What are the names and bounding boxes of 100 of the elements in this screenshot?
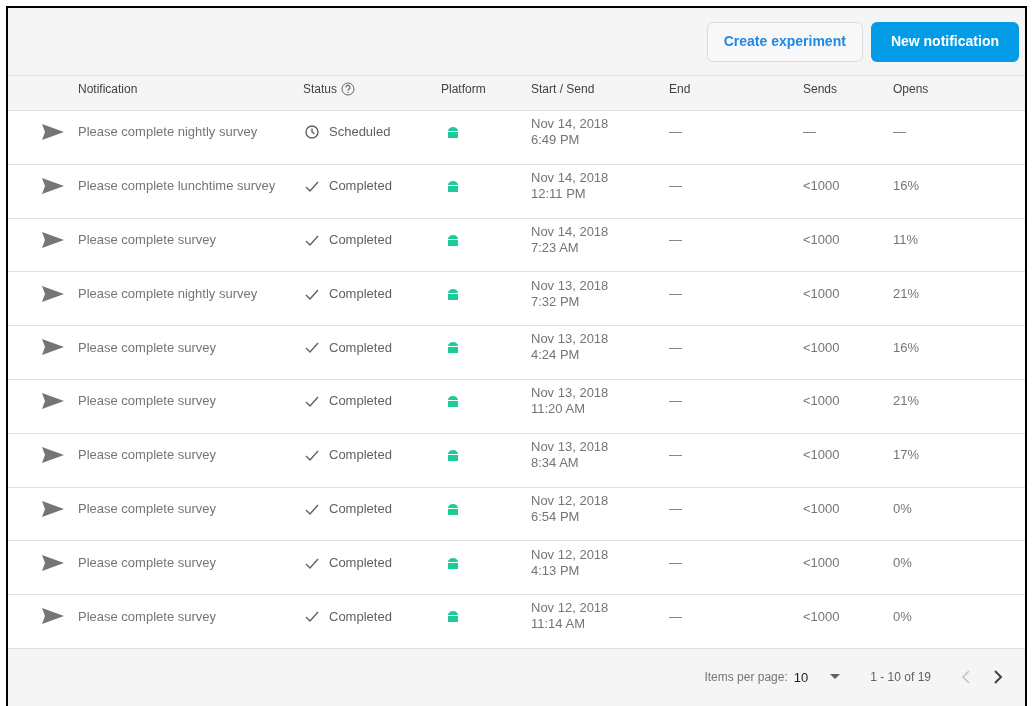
status-label: Completed [329, 177, 392, 196]
end-cell-text: — [669, 231, 683, 250]
end-cell-text: — [669, 338, 683, 357]
end-cell-text: — [669, 446, 683, 465]
page-size-dropdown[interactable]: 10 [793, 667, 849, 688]
create-experiment-button[interactable]: Create experiment [706, 21, 863, 62]
sends-cell-text: <1000 [803, 500, 841, 518]
new-notification-button[interactable]: New notification [870, 21, 1019, 62]
chevron-right-icon [993, 670, 1003, 685]
send-icon [42, 124, 64, 141]
end-cell-text: — [669, 607, 683, 626]
end-cell-text: — [669, 500, 683, 518]
opens-cell-text: 16% [893, 177, 921, 196]
android-icon [447, 180, 459, 192]
send-icon [42, 178, 64, 194]
end-cell-text: — [669, 392, 683, 411]
column-header: Platform [441, 81, 486, 98]
start-date-cell-text: Nov 13, 2018 4:24 PM [531, 331, 610, 364]
android-icon [447, 341, 459, 354]
opens-cell-text: 0% [893, 607, 913, 626]
notification-cell-text: Please complete survey [78, 392, 217, 411]
chevron-left-icon [961, 670, 971, 685]
start-date-cell-text: Nov 12, 2018 4:13 PM [531, 546, 610, 579]
android-icon [447, 556, 459, 569]
send-icon [42, 231, 64, 248]
check-icon [305, 395, 319, 408]
page-range: 1 - 10 of 19 [870, 669, 931, 687]
start-date-cell-text: Nov 12, 2018 11:14 AM [531, 600, 610, 633]
end-cell-text: — [669, 284, 683, 303]
opens-cell-text: 11% [893, 231, 920, 250]
check-icon [305, 287, 319, 300]
android-icon [447, 395, 459, 408]
notification-cell-text: Please complete nightly survey [78, 123, 259, 142]
opens-cell-text: 21% [893, 284, 921, 303]
notification-cell-text: Please complete survey [78, 446, 217, 465]
end-cell-text: — [669, 177, 683, 196]
start-date-cell-text: Nov 13, 2018 11:20 AM [531, 385, 610, 418]
help-icon[interactable] [341, 82, 356, 96]
status-label: Completed [329, 500, 392, 518]
check-icon [305, 502, 319, 515]
opens-cell-text: 0% [893, 553, 913, 572]
opens-cell-text: 16% [893, 338, 921, 357]
column-header: Notification [78, 81, 138, 98]
notification-cell-text: Please complete survey [78, 553, 217, 572]
status-label: Completed [329, 392, 392, 411]
sends-cell-text: <1000 [803, 231, 841, 250]
android-icon [447, 233, 459, 246]
check-icon [305, 233, 319, 246]
opens-cell-text: — [893, 123, 907, 142]
notification-cell-text: Please complete nightly survey [78, 284, 259, 303]
column-header: Opens [893, 81, 929, 98]
sends-cell-text: <1000 [803, 338, 841, 357]
start-date-cell-text: Nov 14, 2018 7:23 AM [531, 223, 610, 256]
sends-cell-text: <1000 [803, 392, 841, 411]
send-icon [42, 285, 64, 302]
opens-cell-text: 0% [893, 500, 913, 518]
column-header: Start / Send [531, 81, 595, 98]
status-label: Completed [329, 231, 392, 250]
send-icon [42, 554, 64, 571]
status-label: Completed [329, 553, 392, 572]
notification-cell-text: Please complete survey [78, 338, 217, 357]
check-icon [305, 610, 319, 623]
check-icon [305, 448, 319, 461]
opens-cell-text: 17% [893, 446, 921, 465]
send-icon [42, 446, 64, 463]
start-date-cell-text: Nov 14, 2018 12:11 PM [531, 170, 610, 202]
send-icon [42, 339, 64, 356]
start-date-cell-text: Nov 13, 2018 8:34 AM [531, 438, 610, 471]
sends-cell-text: <1000 [803, 177, 841, 196]
end-cell-text: — [669, 123, 683, 142]
check-icon [305, 556, 319, 569]
check-icon [305, 180, 319, 192]
column-header: End [669, 81, 691, 98]
status-label: Completed [329, 284, 392, 303]
notification-cell-text: Please complete survey [78, 231, 217, 250]
column-header: Status [303, 81, 338, 98]
status-label: Completed [329, 338, 392, 357]
send-icon [42, 500, 64, 517]
items-per-page-label: Items per page: [704, 669, 788, 687]
start-date-cell-text: Nov 12, 2018 6:54 PM [531, 492, 610, 525]
android-icon [447, 502, 459, 515]
notification-cell-text: Please complete survey [78, 607, 217, 626]
sends-cell-text: <1000 [803, 607, 841, 626]
column-header: Sends [803, 81, 838, 98]
clock-icon [305, 125, 319, 140]
opens-cell-text: 21% [893, 392, 921, 411]
send-icon [42, 393, 64, 410]
end-cell-text: — [669, 553, 683, 572]
sends-cell-text: <1000 [803, 553, 841, 572]
android-icon [447, 448, 459, 461]
android-icon [447, 610, 459, 623]
sends-cell-text: <1000 [803, 446, 841, 465]
send-icon [42, 608, 64, 625]
start-date-cell-text: Nov 14, 2018 6:49 PM [531, 116, 610, 149]
status-label: Completed [329, 446, 392, 465]
notification-cell-text: Please complete lunchtime survey [78, 177, 277, 196]
sends-cell-text: — [803, 123, 817, 142]
android-icon [447, 287, 459, 300]
android-icon [447, 126, 459, 139]
status-label: Scheduled [329, 123, 391, 142]
